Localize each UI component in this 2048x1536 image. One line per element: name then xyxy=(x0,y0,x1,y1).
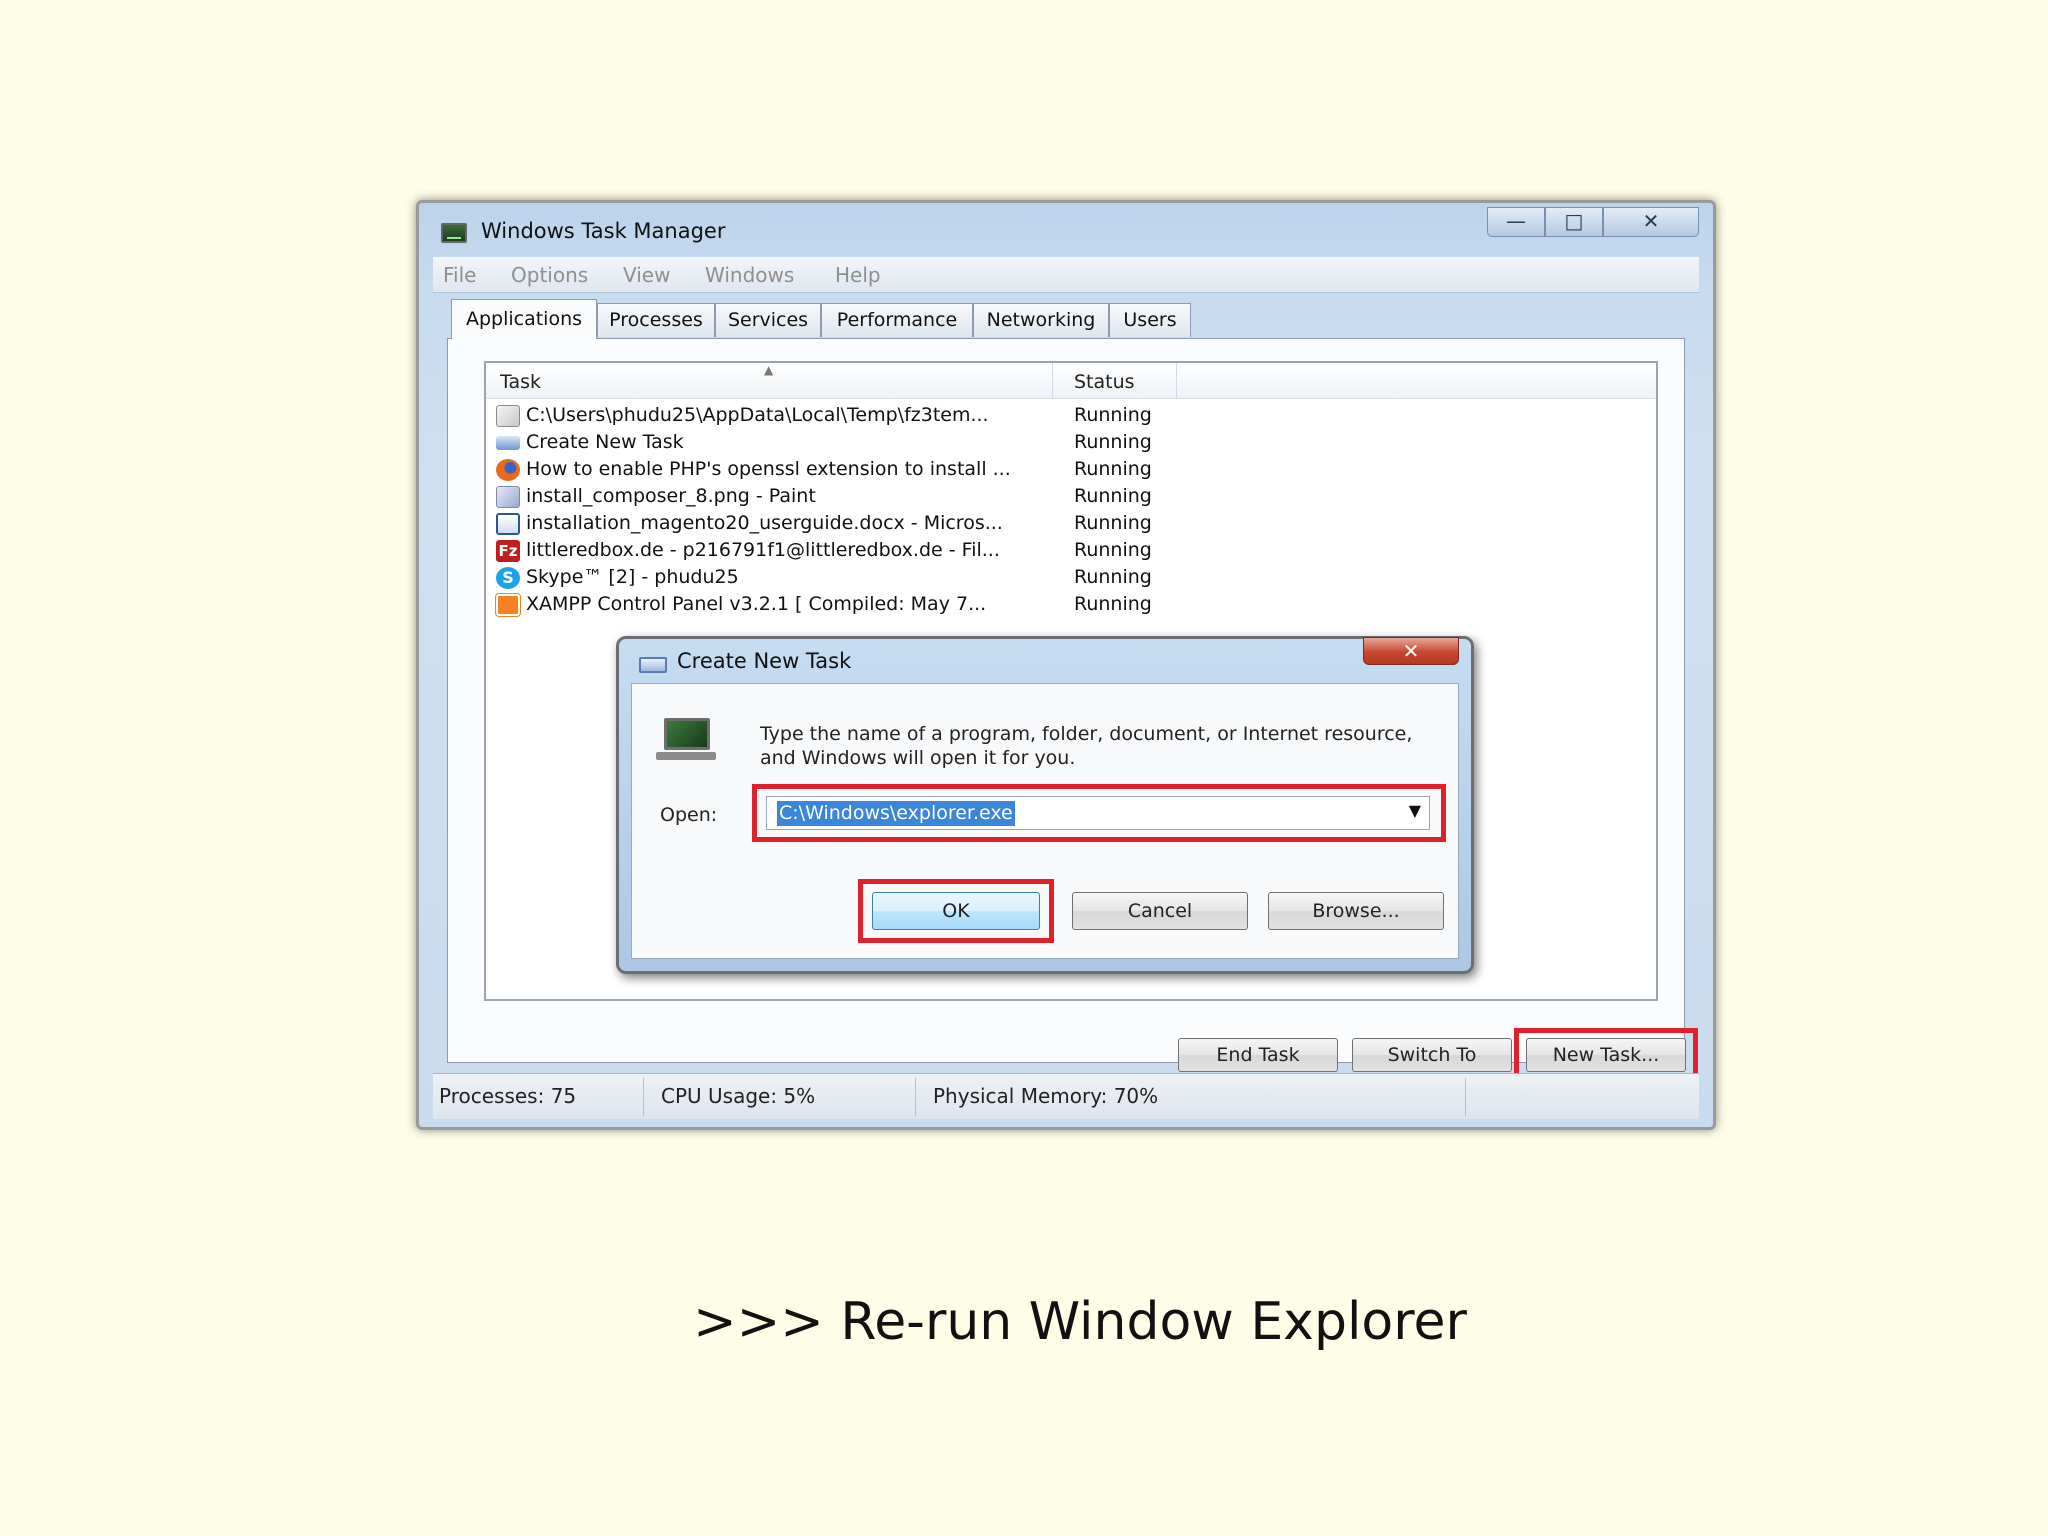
task-status: Running xyxy=(1074,404,1152,426)
task-window-icon xyxy=(496,436,520,450)
task-status: Running xyxy=(1074,458,1152,480)
task-window-icon xyxy=(639,657,667,673)
task-name: installation_magento20_userguide.docx - … xyxy=(526,512,1003,534)
task-name: XAMPP Control Panel v3.2.1 [ Compiled: M… xyxy=(526,593,987,615)
task-status: Running xyxy=(1074,593,1152,615)
firefox-icon xyxy=(496,459,520,481)
task-manager-icon xyxy=(441,223,467,243)
list-item[interactable]: Create New Task Running xyxy=(494,430,1194,457)
open-input-value[interactable]: C:\Windows\explorer.exe xyxy=(777,801,1015,826)
task-status: Running xyxy=(1074,512,1152,534)
tab-users[interactable]: Users xyxy=(1109,303,1191,337)
list-item[interactable]: installation_magento20_userguide.docx - … xyxy=(494,511,1194,538)
title-bar[interactable]: Windows Task Manager — □ ✕ xyxy=(419,203,1713,263)
list-item[interactable]: S Skype™ [2] - phudu25 Running xyxy=(494,565,1194,592)
end-task-button[interactable]: End Task xyxy=(1178,1038,1338,1072)
task-status: Running xyxy=(1074,539,1152,561)
task-name: Skype™ [2] - phudu25 xyxy=(526,566,739,588)
paint-icon xyxy=(496,486,520,508)
dialog-title: Create New Task xyxy=(677,649,852,673)
maximize-button[interactable]: □ xyxy=(1545,207,1603,237)
cancel-button[interactable]: Cancel xyxy=(1072,892,1248,930)
list-item[interactable]: Fz littleredbox.de - p216791f1@littlered… xyxy=(494,538,1194,565)
minimize-button[interactable]: — xyxy=(1487,207,1545,237)
tab-processes[interactable]: Processes xyxy=(597,303,715,337)
menu-options[interactable]: Options xyxy=(511,263,588,287)
task-status: Running xyxy=(1074,431,1152,453)
tab-applications[interactable]: Applications xyxy=(451,299,597,339)
tab-performance[interactable]: Performance xyxy=(821,303,973,337)
list-item[interactable]: C:\Users\phudu25\AppData\Local\Temp\fz3t… xyxy=(494,403,1194,430)
skype-icon: S xyxy=(496,567,520,589)
task-status: Running xyxy=(1074,485,1152,507)
browse-button[interactable]: Browse... xyxy=(1268,892,1444,930)
status-divider xyxy=(915,1078,916,1116)
task-name: Create New Task xyxy=(526,431,684,453)
open-label: Open: xyxy=(660,804,718,826)
xampp-icon xyxy=(495,593,521,617)
task-name: install_composer_8.png - Paint xyxy=(526,485,816,507)
list-item[interactable]: How to enable PHP's openssl extension to… xyxy=(494,457,1194,484)
task-status: Running xyxy=(1074,566,1152,588)
close-button[interactable]: ✕ xyxy=(1603,207,1699,237)
dialog-body: Type the name of a program, folder, docu… xyxy=(631,683,1459,959)
list-header: Task ▲ Status xyxy=(486,363,1656,399)
status-bar: Processes: 75 CPU Usage: 5% Physical Mem… xyxy=(433,1073,1699,1119)
task-name: How to enable PHP's openssl extension to… xyxy=(526,458,1011,480)
status-divider xyxy=(1465,1078,1466,1116)
task-name: littleredbox.de - p216791f1@littleredbox… xyxy=(526,539,1000,561)
filezilla-icon: Fz xyxy=(496,540,520,562)
new-task-button[interactable]: New Task... xyxy=(1526,1038,1686,1072)
menu-view[interactable]: View xyxy=(623,263,670,287)
create-new-task-dialog: Create New Task ✕ Type the name of a pro… xyxy=(616,636,1474,974)
menu-help[interactable]: Help xyxy=(835,263,881,287)
open-combobox[interactable]: C:\Windows\explorer.exe ▼ xyxy=(766,796,1430,830)
menu-windows[interactable]: Windows xyxy=(705,263,794,287)
slide-caption: >>> Re-run Window Explorer xyxy=(693,1292,1467,1352)
list-item[interactable]: install_composer_8.png - Paint Running xyxy=(494,484,1194,511)
dialog-close-button[interactable]: ✕ xyxy=(1363,637,1459,665)
dropdown-arrow-icon[interactable]: ▼ xyxy=(1409,801,1421,820)
dialog-instructions: Type the name of a program, folder, docu… xyxy=(760,723,1413,769)
menu-file[interactable]: File xyxy=(443,263,476,287)
column-divider[interactable] xyxy=(1052,363,1053,399)
status-memory: Physical Memory: 70% xyxy=(933,1084,1159,1108)
switch-to-button[interactable]: Switch To xyxy=(1352,1038,1512,1072)
sort-arrow-icon: ▲ xyxy=(764,363,774,377)
menu-bar: File Options View Windows Help xyxy=(433,257,1699,293)
status-cpu: CPU Usage: 5% xyxy=(661,1084,816,1108)
notepad-icon xyxy=(496,405,520,427)
list-item[interactable]: XAMPP Control Panel v3.2.1 [ Compiled: M… xyxy=(494,592,1194,619)
column-divider[interactable] xyxy=(1176,363,1177,399)
column-header-status[interactable]: Status xyxy=(1074,371,1135,393)
task-name: C:\Users\phudu25\AppData\Local\Temp\fz3t… xyxy=(526,404,989,426)
status-divider xyxy=(643,1078,644,1116)
ok-button[interactable]: OK xyxy=(872,892,1040,930)
tab-services[interactable]: Services xyxy=(715,303,821,337)
window-title: Windows Task Manager xyxy=(481,219,726,243)
status-processes: Processes: 75 xyxy=(439,1084,577,1108)
column-header-task[interactable]: Task xyxy=(500,371,541,393)
word-icon xyxy=(496,513,520,535)
computer-icon xyxy=(656,718,716,762)
tab-networking[interactable]: Networking xyxy=(973,303,1109,337)
